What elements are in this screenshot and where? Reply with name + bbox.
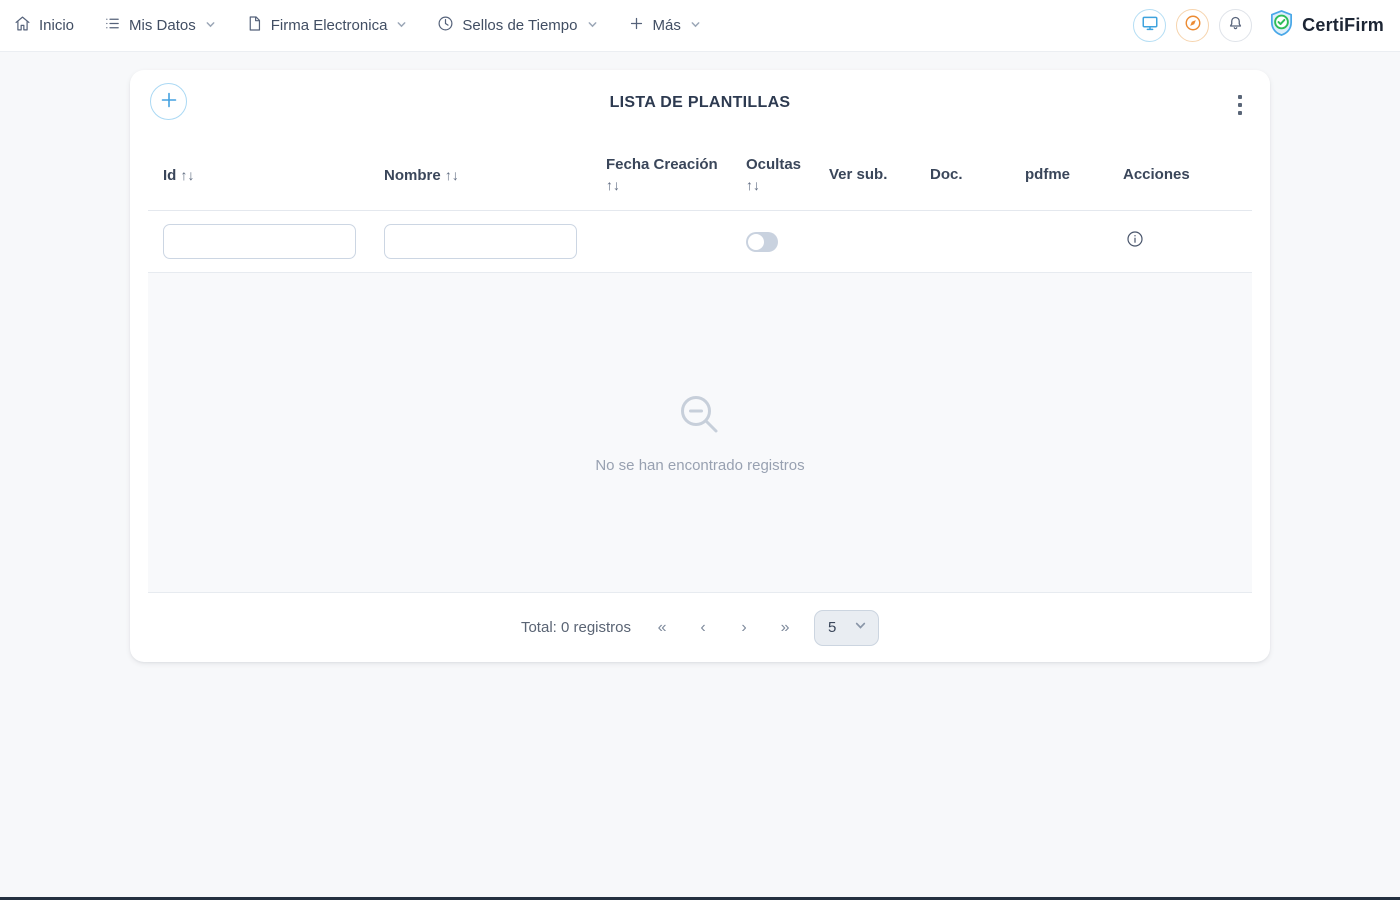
chevron-down-icon	[395, 17, 407, 34]
nav-menu: Inicio Mis Datos Firma Electronica	[14, 15, 701, 36]
sort-icon[interactable]: ↑↓	[606, 177, 620, 193]
info-button[interactable]	[1127, 231, 1143, 247]
column-header-fecha-creacion: Fecha Creación ↑↓	[606, 155, 746, 196]
nav-item-inicio[interactable]: Inicio	[14, 15, 74, 36]
sort-icon[interactable]: ↑↓	[181, 167, 195, 183]
nav-actions: CertiFirm	[1133, 9, 1384, 43]
app-logo[interactable]: CertiFirm	[1268, 9, 1384, 43]
nav-item-sellos-de-tiempo[interactable]: Sellos de Tiempo	[437, 15, 597, 36]
column-header-acciones: Acciones	[1123, 165, 1252, 185]
pagination-bar: Total: 0 registros « ‹ › » 5	[148, 593, 1252, 662]
list-icon	[104, 15, 121, 36]
notifications-button[interactable]	[1219, 9, 1252, 42]
next-page-button[interactable]: ›	[737, 619, 751, 637]
chevron-down-icon	[586, 17, 598, 34]
clock-icon	[437, 15, 454, 36]
empty-state: No se han encontrado registros	[148, 273, 1252, 593]
column-header-id: Id ↑↓	[163, 165, 384, 186]
nav-item-mis-datos[interactable]: Mis Datos	[104, 15, 216, 36]
card-menu-button[interactable]	[1234, 91, 1246, 119]
page-size-select[interactable]: 5	[814, 610, 879, 646]
pagination-controls: « ‹ › »	[655, 619, 792, 637]
top-navigation: Inicio Mis Datos Firma Electronica	[0, 0, 1400, 52]
bell-icon	[1227, 15, 1244, 37]
nav-item-label: Sellos de Tiempo	[462, 17, 577, 34]
table-filter-row	[148, 211, 1252, 273]
nombre-filter-input[interactable]	[384, 224, 577, 259]
sort-icon[interactable]: ↑↓	[445, 167, 459, 183]
sort-icon[interactable]: ↑↓	[746, 177, 760, 193]
chevron-down-icon	[204, 17, 216, 34]
column-header-ocultas: Ocultas ↑↓	[746, 155, 829, 196]
monitor-button[interactable]	[1133, 9, 1166, 42]
shield-check-icon	[1268, 9, 1295, 43]
templates-table: Id ↑↓ Nombre ↑↓ Fecha Creación ↑↓ Oculta…	[148, 140, 1252, 662]
monitor-icon	[1141, 14, 1159, 37]
plantillas-card: LISTA DE PLANTILLAS Id ↑↓ Nombre ↑↓ Fech…	[130, 70, 1270, 662]
previous-page-button[interactable]: ‹	[696, 619, 710, 637]
last-page-button[interactable]: »	[778, 619, 792, 637]
brand-name: CertiFirm	[1302, 15, 1384, 36]
document-icon	[246, 15, 263, 36]
plus-icon	[628, 15, 645, 36]
first-page-button[interactable]: «	[655, 619, 669, 637]
nav-item-label: Firma Electronica	[271, 17, 388, 34]
compass-button[interactable]	[1176, 9, 1209, 42]
id-filter-input[interactable]	[163, 224, 356, 259]
main-content: LISTA DE PLANTILLAS Id ↑↓ Nombre ↑↓ Fech…	[0, 70, 1400, 662]
nav-item-firma-electronica[interactable]: Firma Electronica	[246, 15, 408, 36]
empty-message: No se han encontrado registros	[595, 457, 804, 474]
column-header-nombre: Nombre ↑↓	[384, 165, 606, 186]
chevron-down-icon	[689, 17, 701, 34]
page-title: LISTA DE PLANTILLAS	[130, 94, 1270, 112]
compass-icon	[1184, 14, 1202, 37]
nav-item-label: Mis Datos	[129, 17, 196, 34]
column-header-pdfme: pdfme	[1025, 165, 1123, 185]
zoom-out-icon	[676, 391, 724, 444]
column-header-ver-sub: Ver sub.	[829, 165, 930, 185]
column-header-doc: Doc.	[930, 165, 1025, 185]
home-icon	[14, 15, 31, 36]
nav-item-label: Inicio	[39, 17, 74, 34]
table-header-row: Id ↑↓ Nombre ↑↓ Fecha Creación ↑↓ Oculta…	[148, 140, 1252, 211]
chevron-down-icon	[854, 619, 867, 636]
nav-item-mas[interactable]: Más	[628, 15, 701, 36]
toggle-knob	[748, 234, 764, 250]
card-header: LISTA DE PLANTILLAS	[130, 70, 1270, 140]
page-size-value: 5	[828, 619, 836, 636]
ocultas-toggle[interactable]	[746, 232, 778, 252]
total-records-label: Total: 0 registros	[521, 619, 631, 636]
nav-item-label: Más	[653, 17, 681, 34]
